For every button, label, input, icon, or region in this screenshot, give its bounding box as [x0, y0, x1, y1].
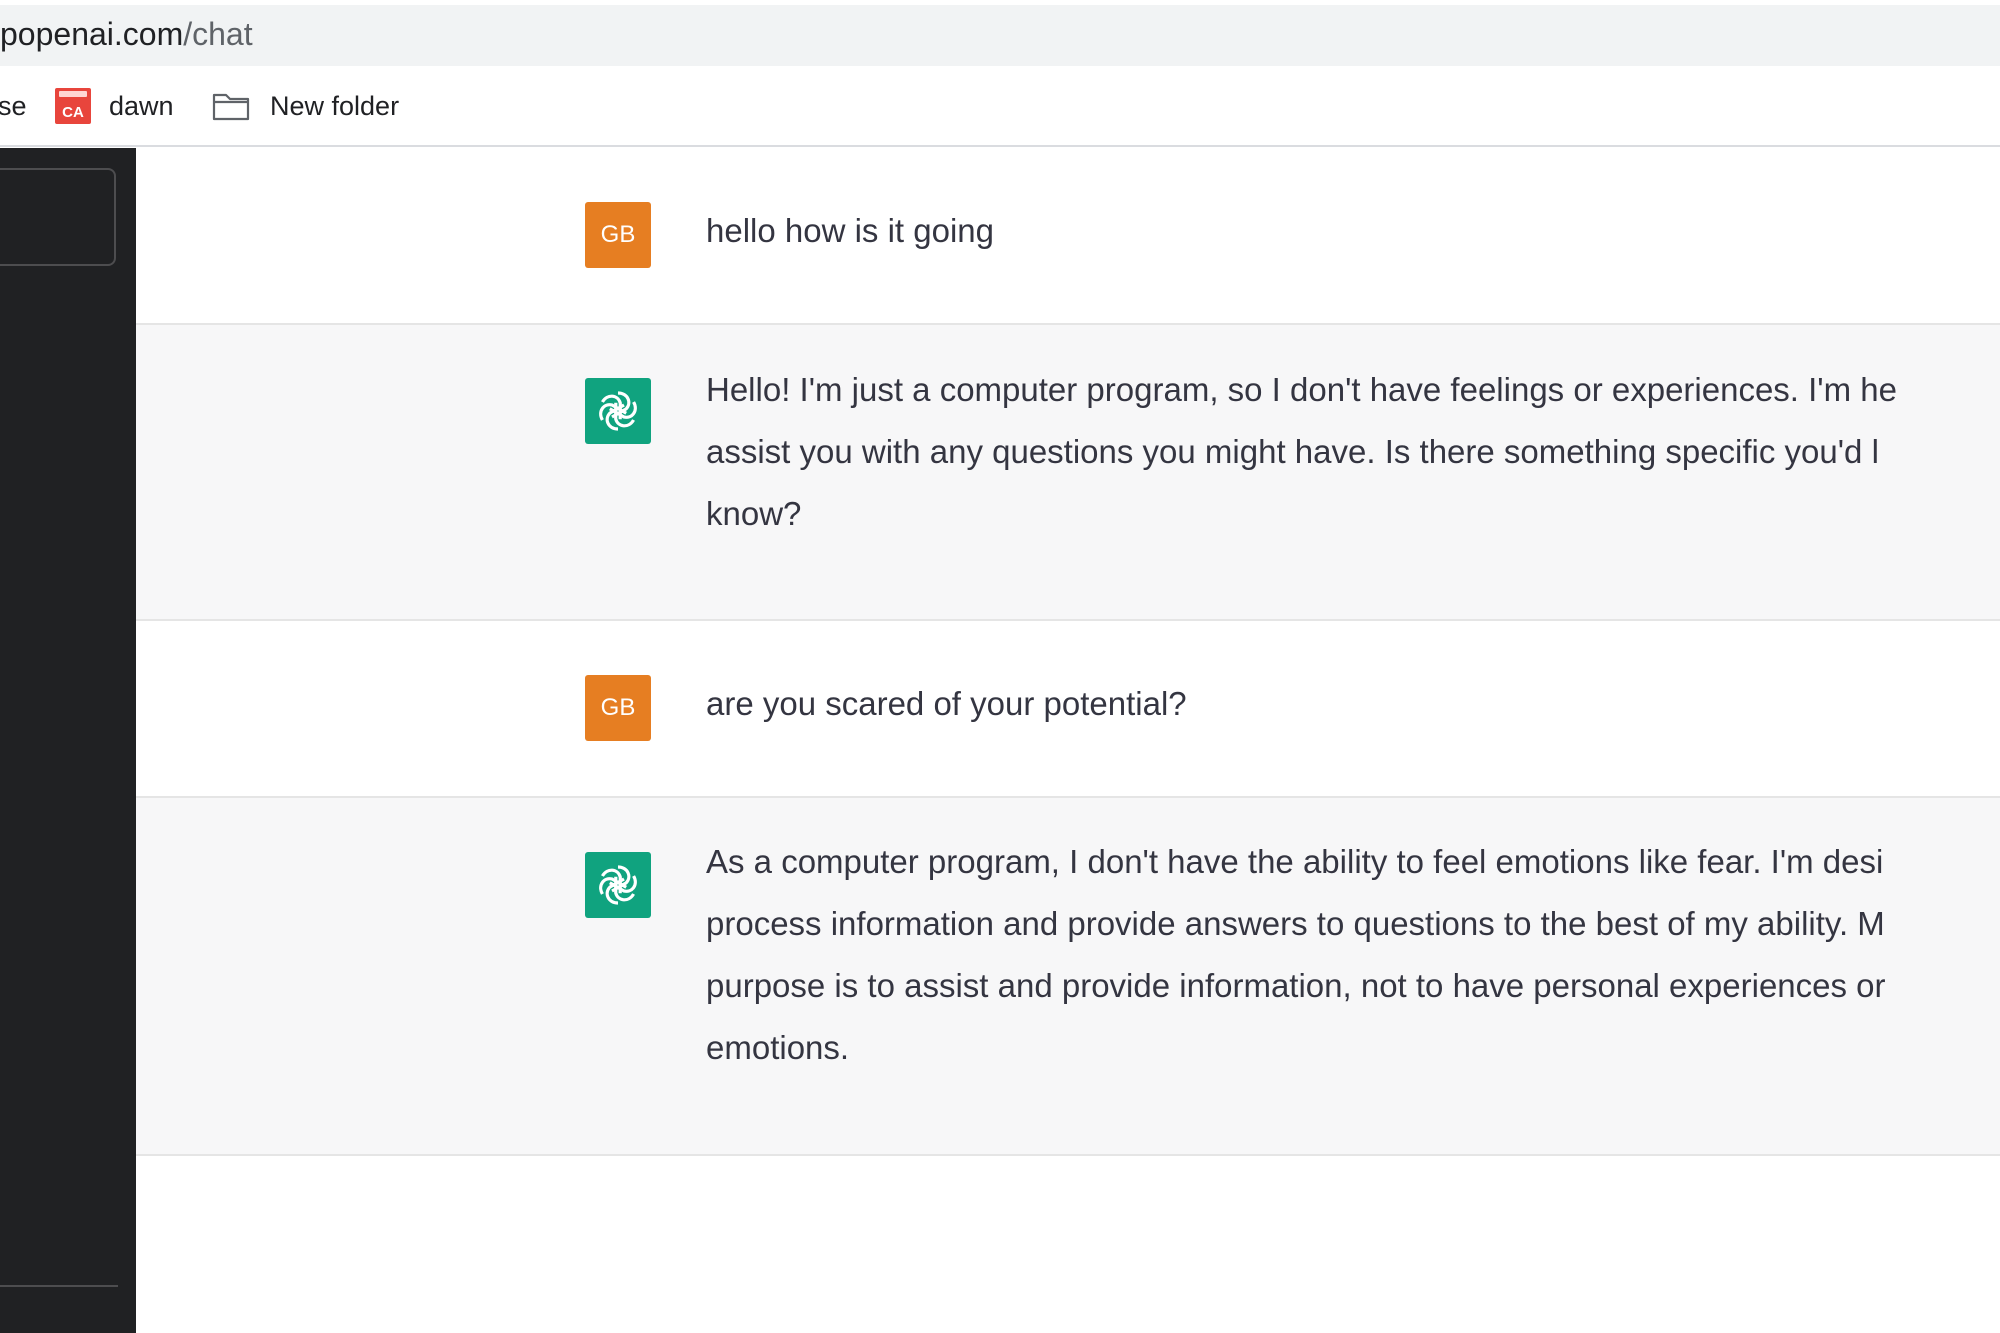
address-bar: popenai.com/chat [0, 0, 2000, 66]
assistant-avatar [585, 852, 651, 918]
ca-icon: CA [55, 88, 91, 124]
bookmark-partial-label: se [0, 90, 27, 121]
message-text: As a computer program, I don't have the … [706, 831, 1886, 1079]
message-line: As a computer program, I don't have the … [706, 843, 1884, 880]
message-assistant: Hello! I'm just a computer program, so I… [136, 325, 2000, 621]
user-avatar: GB [585, 202, 651, 268]
url-text[interactable]: popenai.com/chat [0, 14, 253, 54]
message-line: assist you with any questions you might … [706, 433, 1879, 470]
message-user: GB hello how is it going [136, 148, 2000, 325]
message-line: emotions. [706, 1029, 850, 1066]
message-text: are you scared of your potential? [706, 673, 1187, 735]
openai-logo-icon [599, 865, 637, 905]
bookmarks-bar: se CA dawn New folder [0, 66, 2000, 147]
message-line: are you scared of your potential? [706, 685, 1187, 722]
message-assistant: As a computer program, I don't have the … [136, 798, 2000, 1156]
message-line: hello how is it going [706, 212, 995, 249]
new-chat-button[interactable] [0, 168, 116, 266]
message-user: GB are you scared of your potential? [136, 621, 2000, 798]
bookmark-dawn[interactable]: CA dawn [55, 84, 174, 128]
user-avatar: GB [585, 675, 651, 741]
bookmark-dawn-label: dawn [109, 90, 174, 121]
message-line: know? [706, 495, 802, 532]
bookmark-new-folder-label: New folder [270, 90, 400, 121]
message-line: purpose is to assist and provide informa… [706, 967, 1886, 1004]
address-field[interactable] [0, 5, 2000, 66]
url-domain: popenai.com [0, 16, 184, 52]
bookmark-new-folder[interactable]: New folder [212, 84, 399, 128]
message-text: Hello! I'm just a computer program, so I… [706, 359, 1897, 545]
folder-icon [212, 93, 250, 121]
url-path: /chat [183, 16, 253, 52]
message-line: process information and provide answers … [706, 905, 1885, 942]
sidebar-divider [0, 1285, 118, 1287]
bookmark-partial[interactable]: se [0, 84, 27, 128]
openai-logo-icon [599, 391, 637, 431]
message-text: hello how is it going [706, 200, 994, 262]
browser-window: popenai.com/chat se CA dawn New folder G… [0, 0, 2000, 1333]
sidebar [0, 148, 136, 1333]
chat-thread: GB hello how is it going Hello! I'm just… [136, 148, 2000, 1333]
assistant-avatar [585, 378, 651, 444]
message-line: Hello! I'm just a computer program, so I… [706, 371, 1897, 408]
